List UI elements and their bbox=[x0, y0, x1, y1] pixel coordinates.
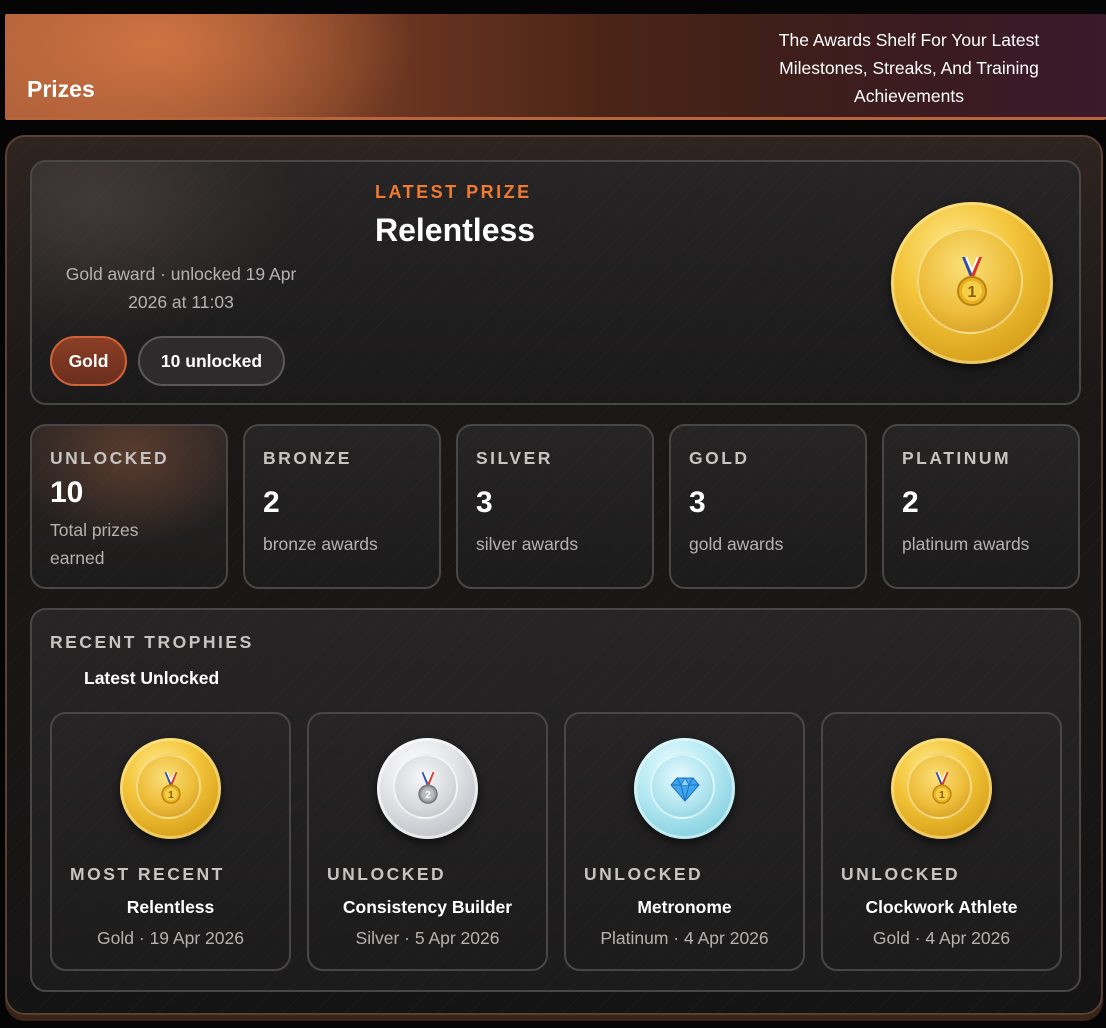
stat-description: Total prizes earned bbox=[50, 520, 139, 568]
stat-card-silver[interactable]: SILVER 3 silver awards bbox=[456, 424, 654, 589]
unlocked-count-badge: 10 unlocked bbox=[138, 336, 285, 386]
stat-card-unlocked[interactable]: UNLOCKED 10 Total prizes earned bbox=[30, 424, 228, 589]
trophy-status-label: MOST RECENT bbox=[70, 864, 225, 884]
trophy-meta: Platinum · 4 Apr 2026 bbox=[600, 928, 769, 948]
trophy-card[interactable]: 2 UNLOCKED Consistency Builder Silver · … bbox=[307, 712, 548, 971]
stat-value: 2 bbox=[263, 486, 280, 519]
medal-ribbon-icon: 1 bbox=[160, 771, 181, 804]
medal-ribbon-icon: 2 bbox=[417, 771, 438, 804]
latest-prize-eyebrow: LATEST PRIZE bbox=[375, 182, 532, 202]
stat-value: 10 bbox=[50, 476, 84, 509]
stat-label: GOLD bbox=[689, 448, 750, 468]
trophy-name: Consistency Builder bbox=[342, 897, 513, 917]
stat-description: bronze awards bbox=[263, 534, 378, 554]
stat-label: UNLOCKED bbox=[50, 448, 170, 468]
trophy-name: Clockwork Athlete bbox=[865, 897, 1018, 917]
trophy-card[interactable]: 1 UNLOCKED Clockwork Athlete Gold · 4 Ap… bbox=[821, 712, 1062, 971]
latest-prize-card[interactable]: LATEST PRIZE Relentless Gold award · unl… bbox=[30, 160, 1081, 405]
trophy-meta: Silver · 5 Apr 2026 bbox=[355, 928, 500, 948]
gold-medal-icon: 1 bbox=[120, 738, 221, 839]
page-title: Prizes bbox=[27, 76, 95, 102]
trophy-name: Metronome bbox=[637, 897, 732, 917]
diamond-icon bbox=[669, 776, 700, 802]
gold-medal-icon: 1 bbox=[891, 738, 992, 839]
stat-value: 2 bbox=[902, 486, 919, 519]
latest-prize-meta: Gold award · unlocked 19 Apr 2026 at 11:… bbox=[65, 264, 297, 312]
trophy-status-label: UNLOCKED bbox=[841, 864, 961, 884]
page-header: Prizes The Awards Shelf For Your Latest … bbox=[5, 14, 1106, 120]
stat-card-bronze[interactable]: BRONZE 2 bronze awards bbox=[243, 424, 441, 589]
recent-trophies-title: RECENT TROPHIES bbox=[50, 632, 254, 652]
stat-card-gold[interactable]: GOLD 3 gold awards bbox=[669, 424, 867, 589]
medal-ribbon-icon: 1 bbox=[931, 771, 952, 804]
gold-medal-icon: 1 bbox=[891, 202, 1053, 364]
stat-label: BRONZE bbox=[263, 448, 352, 468]
stat-description: gold awards bbox=[689, 534, 784, 554]
trophy-meta: Gold · 4 Apr 2026 bbox=[872, 928, 1011, 948]
svg-text:2: 2 bbox=[425, 790, 431, 801]
platinum-medal-icon bbox=[634, 738, 735, 839]
svg-text:1: 1 bbox=[968, 284, 977, 301]
latest-prize-name: Relentless bbox=[375, 212, 536, 248]
recent-trophies-subtitle: Latest Unlocked bbox=[84, 668, 220, 688]
svg-text:1: 1 bbox=[939, 790, 945, 801]
stat-label: SILVER bbox=[476, 448, 553, 468]
silver-medal-icon: 2 bbox=[377, 738, 478, 839]
trophy-meta: Gold · 19 Apr 2026 bbox=[97, 928, 244, 948]
trophy-name: Relentless bbox=[126, 897, 215, 917]
stat-value: 3 bbox=[476, 486, 493, 519]
trophy-card[interactable]: 1 MOST RECENT Relentless Gold · 19 Apr 2… bbox=[50, 712, 291, 971]
stat-description: silver awards bbox=[476, 534, 579, 554]
trophy-status-label: UNLOCKED bbox=[327, 864, 447, 884]
stat-value: 3 bbox=[689, 486, 706, 519]
trophy-status-label: UNLOCKED bbox=[584, 864, 704, 884]
medal-ribbon-icon: 1 bbox=[957, 256, 987, 306]
stat-card-platinum[interactable]: PLATINUM 2 platinum awards bbox=[882, 424, 1080, 589]
trophy-card[interactable]: UNLOCKED Metronome Platinum · 4 Apr 2026 bbox=[564, 712, 805, 971]
page-subtitle: The Awards Shelf For Your Latest Milesto… bbox=[778, 30, 1040, 106]
svg-text:1: 1 bbox=[168, 790, 174, 801]
stat-label: PLATINUM bbox=[902, 448, 1012, 468]
stat-description: platinum awards bbox=[902, 534, 1030, 554]
tier-badge: Gold bbox=[50, 336, 127, 386]
